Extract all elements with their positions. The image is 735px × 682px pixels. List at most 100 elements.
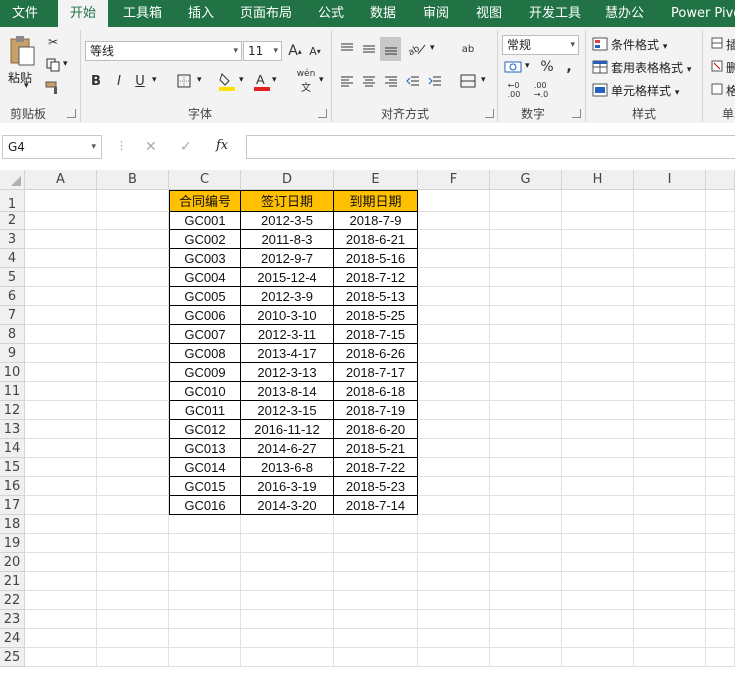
grid-cell[interactable]: [490, 458, 562, 477]
paste-dropdown-arrow[interactable]: ▾: [24, 81, 29, 91]
grid-cell[interactable]: [562, 268, 634, 287]
grid-cell[interactable]: [25, 477, 97, 496]
grid-cell[interactable]: [706, 610, 735, 629]
table-cell-sign-date[interactable]: 2012-3-11: [241, 325, 334, 344]
grid-cell[interactable]: [706, 477, 735, 496]
grid-cell[interactable]: [25, 420, 97, 439]
increase-indent-icon[interactable]: [426, 71, 444, 91]
grid-cell[interactable]: [634, 325, 706, 344]
grid-cell[interactable]: [562, 553, 634, 572]
table-cell-due-date[interactable]: 2018-7-19: [334, 401, 418, 420]
grid-cell[interactable]: [706, 212, 735, 230]
grid-cell[interactable]: [418, 629, 490, 648]
grid-cell[interactable]: [25, 439, 97, 458]
row-header-5[interactable]: 5: [0, 268, 25, 287]
percent-style-button[interactable]: %: [538, 57, 556, 77]
column-header-B[interactable]: B: [97, 170, 169, 190]
grid-cell[interactable]: [418, 420, 490, 439]
row-header-15[interactable]: 15: [0, 458, 25, 477]
align-bottom-icon[interactable]: [380, 37, 401, 61]
row-header-1[interactable]: 1: [0, 190, 25, 212]
table-cell-due-date[interactable]: 2018-5-16: [334, 249, 418, 268]
grid-cell[interactable]: [97, 249, 169, 268]
grid-cell[interactable]: [562, 212, 634, 230]
grid-cell[interactable]: [706, 230, 735, 249]
grid-cell[interactable]: [634, 230, 706, 249]
insert-cells-icon[interactable]: [710, 35, 724, 51]
grid-cell[interactable]: [169, 553, 241, 572]
confirm-entry-icon[interactable]: ✓: [180, 139, 192, 155]
grid-cell[interactable]: [490, 230, 562, 249]
clipboard-launcher-icon[interactable]: [67, 109, 76, 118]
grid-cell[interactable]: [490, 572, 562, 591]
grid-cell[interactable]: [706, 420, 735, 439]
grid-cell[interactable]: [418, 344, 490, 363]
grid-cell[interactable]: [490, 325, 562, 344]
grid-cell[interactable]: [562, 190, 634, 212]
grid-cell[interactable]: [97, 572, 169, 591]
grid-cell[interactable]: [562, 401, 634, 420]
font-color-button[interactable]: A: [253, 69, 271, 93]
grid-cell[interactable]: [25, 496, 97, 515]
row-header-20[interactable]: 20: [0, 553, 25, 572]
format-cells-label[interactable]: 格: [726, 82, 735, 99]
grid-cell[interactable]: [418, 212, 490, 230]
grid-cell[interactable]: [334, 610, 418, 629]
grid-cell[interactable]: [562, 344, 634, 363]
grid-cell[interactable]: [490, 553, 562, 572]
grid-cell[interactable]: [418, 496, 490, 515]
grid-cell[interactable]: [634, 306, 706, 325]
grid-cell[interactable]: [418, 230, 490, 249]
grid-cell[interactable]: [706, 496, 735, 515]
grid-cell[interactable]: [418, 268, 490, 287]
grid-cell[interactable]: [418, 287, 490, 306]
grid-cell[interactable]: [169, 648, 241, 667]
row-header-19[interactable]: 19: [0, 534, 25, 553]
table-cell-contract-id[interactable]: GC008: [169, 344, 241, 363]
table-cell-contract-id[interactable]: GC015: [169, 477, 241, 496]
column-header-partial[interactable]: [706, 170, 735, 190]
grid-cell[interactable]: [169, 591, 241, 610]
grid-cell[interactable]: [97, 306, 169, 325]
grid-cell[interactable]: [562, 382, 634, 401]
grid-cell[interactable]: [97, 363, 169, 382]
row-header-21[interactable]: 21: [0, 572, 25, 591]
table-cell-due-date[interactable]: 2018-6-18: [334, 382, 418, 401]
grid-cell[interactable]: [97, 212, 169, 230]
tab-file[interactable]: 文件: [12, 0, 40, 27]
grid-cell[interactable]: [634, 610, 706, 629]
table-cell-contract-id[interactable]: GC005: [169, 287, 241, 306]
table-cell-due-date[interactable]: 2018-7-17: [334, 363, 418, 382]
table-header-sign-date[interactable]: 签订日期: [241, 190, 334, 212]
column-header-D[interactable]: D: [241, 170, 334, 190]
grid-cell[interactable]: [25, 212, 97, 230]
table-cell-contract-id[interactable]: GC006: [169, 306, 241, 325]
tab-formulas[interactable]: 公式: [318, 0, 348, 27]
row-header-23[interactable]: 23: [0, 610, 25, 629]
grid-cell[interactable]: [562, 249, 634, 268]
delete-cells-label[interactable]: 删: [726, 59, 735, 76]
grid-cell[interactable]: [97, 591, 169, 610]
grid-cell[interactable]: [169, 515, 241, 534]
grid-cell[interactable]: [97, 515, 169, 534]
grid-cell[interactable]: [25, 572, 97, 591]
phonetic-dropdown-arrow[interactable]: ▾: [319, 75, 324, 85]
grid-cell[interactable]: [241, 629, 334, 648]
grid-cell[interactable]: [25, 363, 97, 382]
grid-cell[interactable]: [97, 648, 169, 667]
grid-cell[interactable]: [562, 496, 634, 515]
table-cell-due-date[interactable]: 2018-7-15: [334, 325, 418, 344]
grid-cell[interactable]: [706, 439, 735, 458]
grid-cell[interactable]: [169, 534, 241, 553]
row-header-6[interactable]: 6: [0, 287, 25, 306]
grid-cell[interactable]: [334, 572, 418, 591]
select-all-corner[interactable]: [0, 170, 25, 190]
grid-cell[interactable]: [25, 629, 97, 648]
font-size-combo[interactable]: 11 ▾: [243, 41, 282, 61]
grid-cell[interactable]: [634, 629, 706, 648]
grid-cell[interactable]: [97, 439, 169, 458]
format-cells-icon[interactable]: [710, 81, 724, 97]
row-header-14[interactable]: 14: [0, 439, 25, 458]
table-cell-contract-id[interactable]: GC007: [169, 325, 241, 344]
copy-dropdown-arrow[interactable]: ▾: [63, 59, 68, 69]
